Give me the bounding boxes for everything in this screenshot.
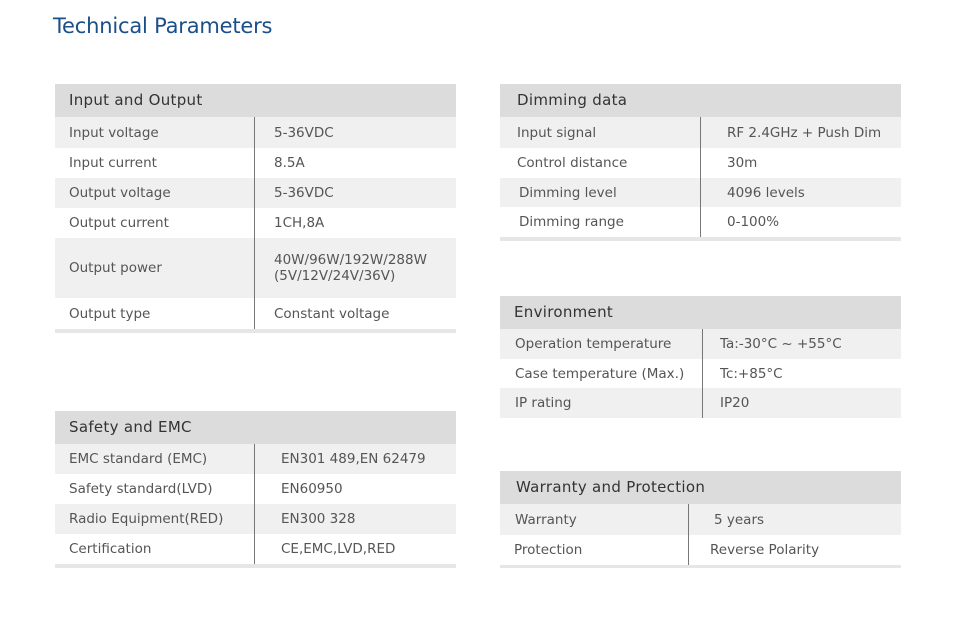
table-heading: Dimming data	[500, 84, 901, 117]
row-label: EMC standard (EMC)	[55, 444, 255, 474]
row-label: Dimming range	[500, 207, 701, 237]
row-value: 0-100%	[727, 214, 780, 230]
table-row: Safety standard(LVD) EN60950	[55, 474, 456, 504]
row-value: CE,EMC,LVD,RED	[281, 541, 396, 557]
table-heading: Safety and EMC	[55, 411, 456, 444]
table-row: Warranty 5 years	[500, 504, 901, 535]
table-row: Input voltage 5-36VDC	[55, 117, 456, 148]
row-label: Safety standard(LVD)	[55, 474, 255, 504]
input-output-table: Input and Output Input voltage 5-36VDC I…	[55, 84, 456, 333]
row-value: EN301 489,EN 62479	[281, 451, 426, 467]
safety-emc-table: Safety and EMC EMC standard (EMC) EN301 …	[55, 411, 456, 568]
table-footer-bar	[500, 237, 901, 241]
row-label: Input current	[55, 148, 255, 178]
table-row: Certification CE,EMC,LVD,RED	[55, 534, 456, 564]
row-label: Control distance	[500, 148, 701, 178]
row-label: Protection	[500, 535, 689, 565]
table-footer-bar	[55, 564, 456, 568]
table-heading: Input and Output	[55, 84, 456, 117]
row-value: RF 2.4GHz + Push Dim	[727, 124, 882, 141]
row-label: Radio Equipment(RED)	[55, 504, 255, 534]
environment-table: Environment Operation temperature Ta:-30…	[500, 296, 901, 418]
row-value: Constant voltage	[274, 305, 390, 322]
table-row: Output power 40W/96W/192W/288W (5V/12V/2…	[55, 238, 456, 298]
table-heading: Warranty and Protection	[500, 471, 901, 504]
row-label: Output type	[55, 298, 255, 329]
row-value: 40W/96W/192W/288W (5V/12V/24V/36V)	[255, 238, 427, 298]
table-row: Dimming range 0-100%	[500, 207, 901, 237]
table-row: IP rating IP20	[500, 388, 901, 418]
table-footer-bar	[500, 565, 901, 568]
table-row: Output type Constant voltage	[55, 298, 456, 329]
table-row: Protection Reverse Polarity	[500, 535, 901, 565]
table-row: Output voltage 5-36VDC	[55, 178, 456, 208]
table-heading: Environment	[500, 296, 901, 329]
value-line-2: (5V/12V/24V/36V)	[274, 268, 396, 284]
row-label: Input voltage	[55, 117, 255, 148]
row-label: Output voltage	[55, 178, 255, 208]
table-row: Input current 8.5A	[55, 148, 456, 178]
row-label: Operation temperature	[500, 329, 703, 359]
row-label: IP rating	[500, 388, 703, 418]
row-label: Certification	[55, 534, 255, 564]
table-footer-bar	[55, 329, 456, 333]
row-value: 30m	[727, 155, 758, 171]
dimming-data-table: Dimming data Input signal RF 2.4GHz + Pu…	[500, 84, 901, 241]
row-value: EN60950	[281, 481, 343, 497]
table-row: Input signal RF 2.4GHz + Push Dim	[500, 117, 901, 148]
row-label: Output current	[55, 208, 255, 238]
table-row: Case temperature (Max.) Tc:+85°C	[500, 359, 901, 388]
row-value: 5 years	[714, 511, 765, 528]
row-value: 4096 levels	[727, 184, 805, 201]
row-label: Input signal	[500, 117, 701, 148]
row-value: Tc:+85°C	[720, 365, 783, 382]
warranty-protection-table: Warranty and Protection Warranty 5 years…	[500, 471, 901, 568]
value-line-1: 40W/96W/192W/288W	[274, 252, 427, 268]
table-row: EMC standard (EMC) EN301 489,EN 62479	[55, 444, 456, 474]
row-label: Case temperature (Max.)	[500, 359, 703, 388]
row-value: Ta:-30°C ~ +55°C	[720, 336, 842, 352]
row-value: 5-36VDC	[274, 124, 334, 141]
row-label: Output power	[55, 238, 255, 298]
row-label: Warranty	[500, 504, 689, 535]
table-row: Output current 1CH,8A	[55, 208, 456, 238]
row-value: Reverse Polarity	[710, 542, 820, 558]
table-row: Radio Equipment(RED) EN300 328	[55, 504, 456, 534]
row-value: 1CH,8A	[274, 215, 325, 231]
row-value: EN300 328	[281, 511, 356, 527]
table-row: Control distance 30m	[500, 148, 901, 178]
table-row: Operation temperature Ta:-30°C ~ +55°C	[500, 329, 901, 359]
page-title: Technical Parameters	[53, 14, 273, 38]
row-value: 5-36VDC	[274, 185, 334, 201]
table-row: Dimming level 4096 levels	[500, 178, 901, 207]
row-label: Dimming level	[500, 178, 701, 207]
row-value: 8.5A	[274, 155, 305, 171]
row-value: IP20	[720, 395, 750, 411]
